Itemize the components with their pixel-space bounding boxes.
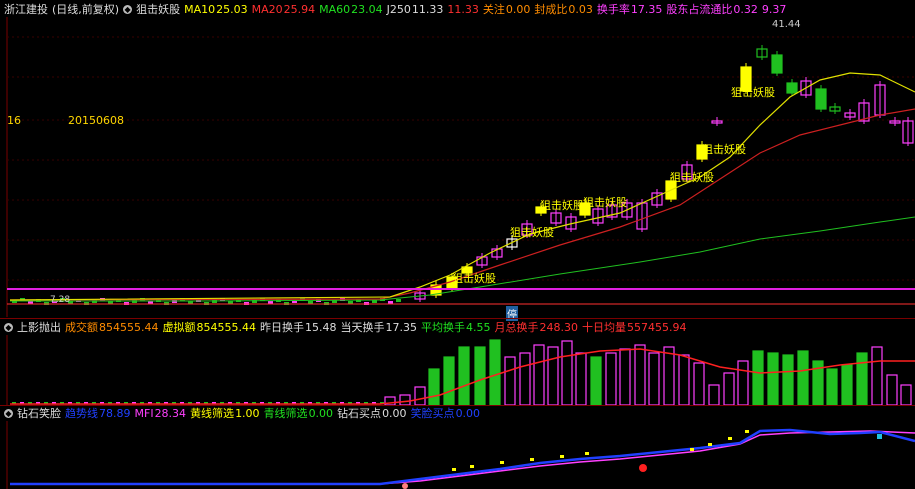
ma60-label: MA60 [319,2,351,16]
month-turn-label: 月总换手 [494,321,539,334]
ten-avg-label: 十日均量 [582,321,626,334]
smile-icon [402,483,408,489]
cyan-marker [877,434,882,439]
float-extra-value: 9.37 [761,2,787,16]
sub2-indicator-chart[interactable] [0,421,915,489]
ma60-value: 23.04 [351,2,383,16]
signal-label: 狙击妖股 [540,199,584,212]
yellow-value: 1.00 [235,406,260,420]
signal-label: 狙击妖股 [583,196,627,209]
virtual-value: 854555.44 [196,320,257,334]
sub1-settings-icon[interactable]: ◆ [4,322,13,332]
ma10-label: MA10 [184,2,216,16]
sub1-header: ◆ 上影抛出 成交额 854555.44 虚拟额 854555.44 昨日换手 … [0,319,915,335]
buy-label: 钻石买点 [337,407,382,420]
volume-label: 成交额 [65,321,98,334]
sub2-name[interactable]: 钻石笑脸 [17,405,61,421]
attention-label: 关注 [482,3,505,16]
high-price-label: 41.44 [772,19,801,30]
yellow-label: 黄线筛选 [190,407,235,420]
low-price-label: 7.28 [50,295,71,305]
virtual-label: 虚拟额 [162,321,196,334]
turnover-value: 17.35 [630,2,663,16]
today-turn-label: 当天换手 [340,321,385,334]
sub1-name[interactable]: 上影抛出 [17,319,61,335]
j250-label: J250 [386,2,411,16]
attention-value: 0.00 [505,2,531,16]
ten-avg-value: 557455.94 [627,320,687,334]
j250-value: 11.33 [411,2,444,16]
float-ratio-label: 股东占流通比 [666,3,733,16]
mfi-value: 28.34 [154,406,187,420]
sub2-settings-icon[interactable]: ◆ [4,408,13,418]
signal-label: 狙击妖股 [452,272,496,285]
extra-value: 11.33 [447,2,479,16]
left-axis-value: 16 [7,114,21,127]
date-label: 20150608 [68,114,124,127]
smile-value: 0.00 [455,406,481,420]
indicator-name[interactable]: 狙击妖股 [136,1,180,17]
seal-ratio-value: 0.03 [568,2,593,16]
prev-turn-label: 昨日换手 [260,321,304,334]
cyan-value: 0.00 [308,406,334,420]
signal-label: 狙击妖股 [510,226,554,239]
main-chart-header: 浙江建投 (日线,前复权) ◆ 狙击妖股 MA10 25.03 MA20 25.… [0,1,915,17]
signal-label: 狙击妖股 [702,143,746,156]
month-turn-value: 248.30 [539,320,579,334]
sub2-header: ◆ 钻石笑脸 趋势线 78.89 MFI 28.34 黄线筛选 1.00 青线筛… [0,405,915,421]
signal-label: 狙击妖股 [731,86,775,99]
volume-value: 854555.44 [99,320,159,334]
ma10-value: 25.03 [216,2,248,16]
stock-name[interactable]: 浙江建投 [4,1,48,17]
signal-label: 狙击妖股 [670,171,714,184]
trend-label: 趋势线 [65,407,98,420]
cyan-label: 青线筛选 [263,407,308,420]
today-turn-value: 17.35 [385,320,418,334]
trend-value: 78.89 [99,406,131,420]
avg-turn-label: 平均换手 [421,321,465,334]
turnover-label: 换手率 [596,3,630,16]
ma20-value: 25.94 [283,2,316,16]
ma20-label: MA20 [251,2,283,16]
indicator-settings-icon[interactable]: ◆ [123,4,133,14]
mfi-label: MFI [134,406,154,420]
avg-turn-value: 4.55 [466,320,491,334]
prev-turn-value: 15.48 [305,320,337,334]
sub1-volume-chart[interactable] [0,335,915,405]
smile-label: 笑脸买点 [410,407,455,420]
period-label[interactable]: (日线,前复权) [52,1,119,17]
diamond-buy-icon [639,464,647,472]
buy-value: 0.00 [382,406,407,420]
seal-ratio-label: 封成比 [534,3,568,16]
mfi-line [10,430,915,485]
float-ratio-value: 0.32 [733,2,758,16]
